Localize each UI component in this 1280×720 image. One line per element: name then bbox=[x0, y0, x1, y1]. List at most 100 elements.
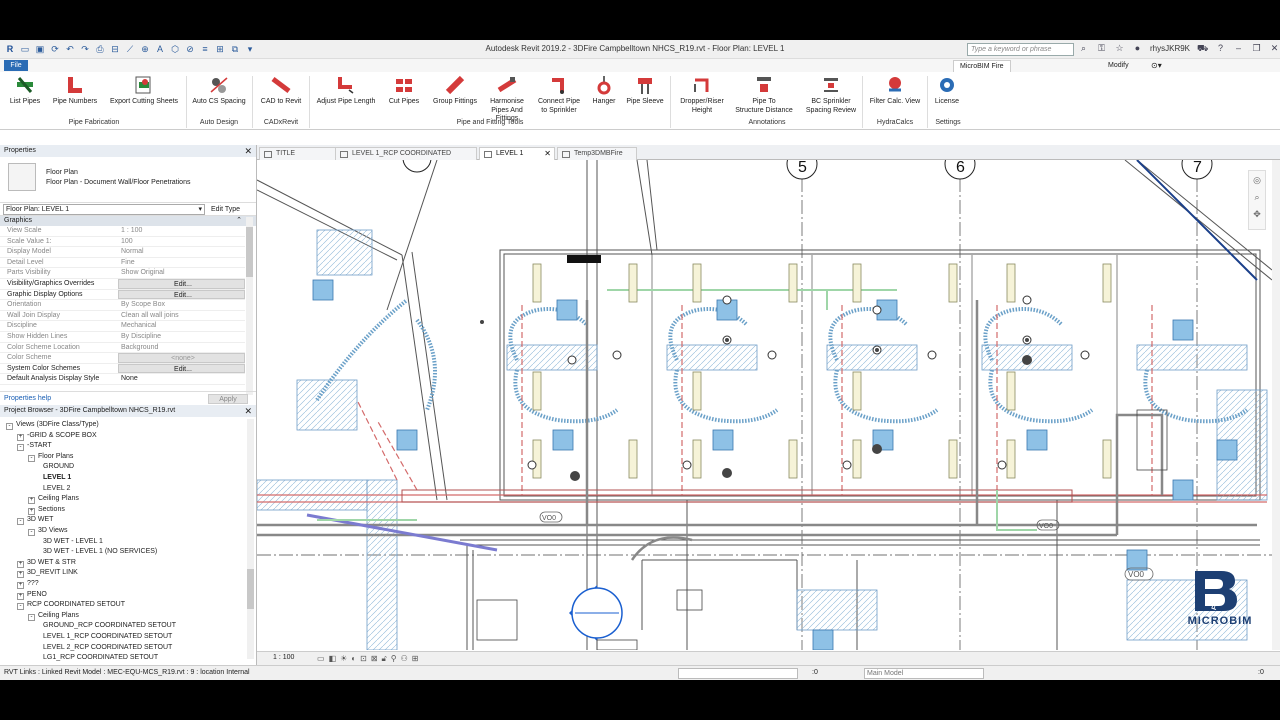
tab-modify[interactable]: Modify bbox=[1102, 60, 1135, 72]
property-row[interactable]: Show Hidden Lines By Discipline bbox=[0, 332, 245, 343]
tab-level1-rcp[interactable]: LEVEL 1_RCP COORDINATED SETOUT bbox=[335, 147, 477, 169]
collapse-icon[interactable]: - bbox=[28, 454, 35, 462]
workset-field[interactable] bbox=[678, 668, 798, 679]
ribbon-options-icon[interactable]: ⊙▾ bbox=[1145, 60, 1168, 72]
floor-plan-drawing[interactable]: 5 6 7 VO0 VO0 VO0 bbox=[257, 160, 1272, 650]
expand-icon[interactable]: + bbox=[17, 571, 24, 579]
search-input[interactable]: Type a keyword or phrase bbox=[967, 43, 1074, 56]
edit-button[interactable]: Edit... bbox=[118, 278, 245, 289]
browser-tree-item[interactable]: GROUND_RCP COORDINATED SETOUT bbox=[39, 621, 176, 630]
view-scale[interactable]: 1 : 100 bbox=[273, 654, 294, 661]
property-row[interactable]: Wall Join Display Clean all wall joins bbox=[0, 311, 245, 322]
harmonise-button[interactable]: Harmonise Pipes And Fittings bbox=[484, 74, 530, 124]
browser-tree-item[interactable]: LEVEL 2_RCP COORDINATED SETOUT bbox=[39, 643, 172, 652]
visual-style-icon[interactable]: ◧ bbox=[329, 654, 337, 664]
properties-help-link[interactable]: Properties help bbox=[4, 395, 51, 402]
expand-icon[interactable]: + bbox=[17, 560, 24, 568]
instance-dropdown[interactable]: Floor Plan: LEVEL 1 bbox=[3, 203, 205, 215]
browser-tree-item[interactable]: -3D Views bbox=[28, 526, 67, 536]
apply-button[interactable]: Apply bbox=[208, 394, 248, 404]
scroll-thumb[interactable] bbox=[246, 227, 253, 277]
close-tab-icon[interactable]: ✕ bbox=[544, 148, 551, 160]
property-row[interactable]: View Scale 1 : 100 bbox=[0, 226, 245, 237]
temporary-hide-icon[interactable]: ⚲ bbox=[391, 654, 397, 664]
browser-tree-item[interactable]: +??? bbox=[17, 579, 39, 589]
browser-tree-item[interactable]: + Ceiling Plans bbox=[28, 494, 79, 505]
navigation-bar[interactable]: ◎ ⌕ ✥ bbox=[1248, 170, 1266, 230]
vertical-scrollbar[interactable] bbox=[1272, 160, 1280, 650]
steering-wheel-icon[interactable]: ◎ bbox=[1249, 175, 1265, 186]
cut-pipes-button[interactable]: Cut Pipes bbox=[386, 74, 422, 107]
list-pipes-button[interactable]: List Pipes bbox=[8, 74, 42, 107]
edit-button[interactable]: <none> bbox=[118, 353, 245, 363]
browser-tree-item[interactable]: -3D WET bbox=[17, 515, 53, 526]
edit-button[interactable]: Edit... bbox=[118, 363, 245, 374]
dropper-riser-button[interactable]: Dropper/Riser Height bbox=[674, 74, 730, 115]
filter-count[interactable]: :0 bbox=[1258, 669, 1264, 676]
property-row[interactable]: Orientation By Scope Box bbox=[0, 300, 245, 311]
help-icon[interactable]: ? bbox=[1215, 43, 1226, 54]
property-row[interactable]: System Color Schemes Edit... bbox=[0, 363, 245, 375]
property-row[interactable]: Detail Level Fine bbox=[0, 258, 245, 269]
cart-icon[interactable]: ⛟ bbox=[1197, 43, 1208, 54]
search-icon[interactable]: ⌕ bbox=[1078, 43, 1089, 54]
tab-title[interactable]: TITLE bbox=[259, 147, 345, 160]
property-row[interactable]: Graphic Display Options Edit... bbox=[0, 289, 245, 301]
browser-tree-item[interactable]: +3D WET & STR bbox=[17, 558, 76, 568]
zoom-icon[interactable]: ⌕ bbox=[1249, 192, 1265, 203]
browser-tree-item[interactable]: + Sections bbox=[28, 505, 65, 515]
property-row[interactable]: Visibility/Graphics Overrides Edit... bbox=[0, 278, 245, 290]
tab-temp3dmbfire[interactable]: Temp3DMBFire bbox=[557, 147, 637, 160]
hanger-button[interactable]: Hanger bbox=[588, 74, 620, 107]
browser-tree-item[interactable]: - RCP COORDINATED SETOUT bbox=[17, 600, 125, 611]
group-fittings-button[interactable]: Group Fittings bbox=[430, 74, 480, 107]
user-icon[interactable]: ● bbox=[1132, 43, 1143, 54]
property-row[interactable]: Display Model Normal bbox=[0, 247, 245, 258]
collapse-icon[interactable]: - bbox=[28, 529, 35, 536]
tab-level-1[interactable]: LEVEL 1 ✕ bbox=[479, 147, 555, 160]
expand-icon[interactable]: + bbox=[17, 582, 24, 589]
pipe-sleeve-button[interactable]: Pipe Sleeve bbox=[624, 74, 666, 107]
subscription-icon[interactable]: ⚿ bbox=[1096, 43, 1107, 54]
sun-path-icon[interactable]: ☀ bbox=[340, 654, 347, 664]
adjust-pipe-length-button[interactable]: Adjust Pipe Length bbox=[313, 74, 379, 107]
close-icon[interactable]: ✕ bbox=[244, 145, 252, 157]
pipe-numbers-button[interactable]: Pipe Numbers bbox=[50, 74, 100, 107]
pan-icon[interactable]: ✥ bbox=[1249, 209, 1265, 220]
close-icon[interactable]: ✕ bbox=[1269, 43, 1280, 54]
crop-region-icon[interactable]: ⊠ bbox=[371, 654, 378, 664]
collapse-icon[interactable]: ⌃ bbox=[236, 216, 242, 226]
browser-tree-item[interactable]: + -GRID & SCOPE BOX bbox=[17, 431, 97, 441]
design-option-field[interactable]: Main Model bbox=[864, 668, 984, 679]
expand-icon[interactable]: + bbox=[17, 592, 24, 600]
shadows-icon[interactable]: ◐ bbox=[351, 654, 356, 664]
browser-tree-item[interactable]: 3D WET - LEVEL 1 bbox=[39, 537, 103, 546]
tab-file[interactable]: File bbox=[4, 60, 28, 71]
property-row[interactable]: Default Analysis Display Style None bbox=[0, 374, 245, 385]
auto-cs-spacing-button[interactable]: Auto CS Spacing bbox=[190, 74, 248, 107]
collapse-icon[interactable]: - bbox=[17, 603, 24, 611]
sprinkler-spacing-button[interactable]: BC Sprinkler Spacing Review bbox=[802, 74, 860, 115]
browser-scrollbar[interactable] bbox=[247, 419, 254, 659]
collapse-icon[interactable]: - bbox=[17, 444, 24, 452]
property-row[interactable]: Scale Value 1: 100 bbox=[0, 237, 245, 248]
browser-tree-item[interactable]: + PENO bbox=[17, 590, 47, 600]
user-name[interactable]: rhysJKR9K bbox=[1150, 44, 1190, 53]
browser-tree-item[interactable]: - Ceiling Plans bbox=[28, 611, 79, 621]
pipe-to-structure-button[interactable]: Pipe To Structure Distance bbox=[732, 74, 796, 115]
browser-tree-item[interactable]: - Floor Plans bbox=[28, 452, 73, 462]
cad-to-revit-button[interactable]: CAD to Revit bbox=[258, 74, 304, 107]
drawing-canvas[interactable]: 5 6 7 VO0 VO0 VO0 FIRE MICROBIM bbox=[257, 160, 1272, 650]
browser-tree-item[interactable]: LG1_RCP COORDINATED SETOUT bbox=[39, 653, 158, 662]
collapse-icon[interactable]: - bbox=[6, 423, 13, 430]
collapse-icon[interactable]: - bbox=[28, 613, 35, 621]
filter-calc-view-button[interactable]: Filter Calc. View bbox=[866, 74, 924, 107]
export-cutting-sheets-button[interactable]: Export Cutting Sheets bbox=[106, 74, 182, 107]
expand-icon[interactable]: + bbox=[28, 507, 35, 515]
lock-icon[interactable]: 🔓︎ bbox=[382, 654, 387, 664]
browser-tree-item[interactable]: 3D WET - LEVEL 1 (NO SERVICES) bbox=[39, 547, 157, 556]
property-group-graphics[interactable]: Graphics ⌃ bbox=[0, 216, 256, 226]
minimize-icon[interactable]: – bbox=[1233, 43, 1244, 54]
star-icon[interactable]: ☆ bbox=[1114, 43, 1125, 54]
browser-tree-item[interactable]: LEVEL 1_RCP COORDINATED SETOUT bbox=[39, 632, 172, 641]
